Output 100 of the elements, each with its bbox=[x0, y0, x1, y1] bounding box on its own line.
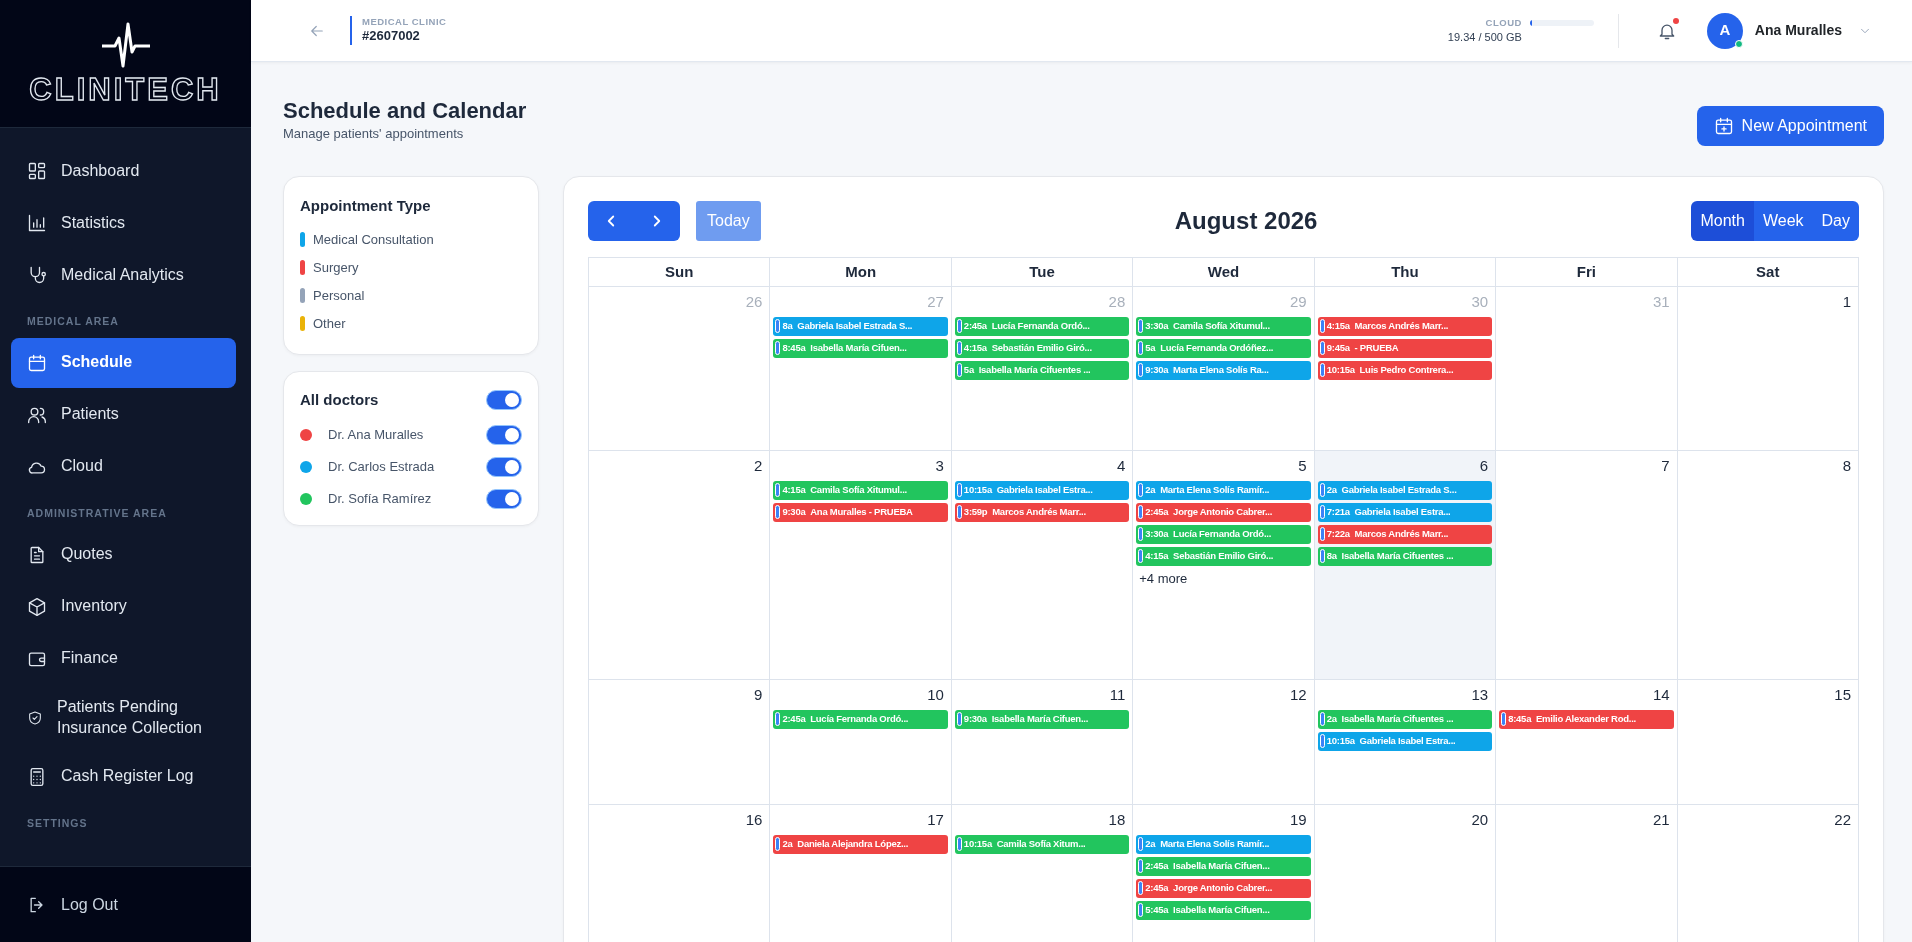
box-icon bbox=[27, 596, 47, 617]
next-button[interactable] bbox=[634, 201, 680, 241]
event-marker-icon bbox=[1319, 549, 1325, 563]
heartbeat-logo-icon bbox=[100, 22, 151, 68]
appointment-event[interactable]: 10:15a Gabriela Isabel Estra... bbox=[954, 480, 1130, 500]
day-number: 27 bbox=[926, 292, 945, 312]
previous-button[interactable] bbox=[588, 201, 634, 241]
event-marker-icon bbox=[956, 712, 962, 726]
doctor-name: Dr. Ana Muralles bbox=[328, 426, 425, 445]
appointment-event[interactable]: 5a Lucía Fernanda Ordóñez... bbox=[1136, 338, 1311, 358]
appointment-event[interactable]: 4:15a Camila Sofía Xitumul... bbox=[773, 480, 948, 500]
nav-link[interactable]: Patients bbox=[11, 389, 236, 440]
appointment-event[interactable]: 10:15a Gabriela Isabel Estra... bbox=[1317, 731, 1493, 751]
nav-link[interactable]: Dashboard bbox=[11, 146, 236, 196]
event-marker-icon bbox=[1138, 505, 1144, 519]
toggle-switch[interactable] bbox=[486, 489, 522, 509]
new-appointment-button[interactable]: New Appointment bbox=[1696, 106, 1884, 146]
event-marker-icon bbox=[956, 319, 962, 333]
day-number: 7 bbox=[1660, 456, 1671, 476]
today-button[interactable]: Today bbox=[696, 201, 761, 241]
toggle-switch[interactable] bbox=[486, 457, 522, 477]
nav-link[interactable]: Finance bbox=[11, 633, 236, 684]
weekday-header: Thu bbox=[1314, 258, 1497, 287]
event-marker-icon bbox=[1319, 734, 1325, 748]
clinic-label: MEDICAL CLINIC bbox=[362, 16, 447, 29]
nav-section-label: ADMINISTRATIVE AREA bbox=[26, 505, 168, 521]
appointment-event[interactable]: 2:45a Lucía Fernanda Ordó... bbox=[773, 709, 948, 729]
appointment-event[interactable]: 2:45a Lucía Fernanda Ordó... bbox=[954, 316, 1130, 336]
shield-icon bbox=[27, 709, 43, 726]
toggle-switch[interactable] bbox=[486, 425, 522, 445]
appointment-event[interactable]: 2a Daniela Alejandra López... bbox=[773, 834, 948, 854]
nav-link[interactable]: Cash Register Log bbox=[11, 751, 236, 802]
day-number: 15 bbox=[1833, 685, 1852, 705]
day-number: 8 bbox=[1841, 456, 1852, 476]
appointment-event[interactable]: 3:59p Marcos Andrés Marr... bbox=[954, 502, 1130, 522]
appointment-event[interactable]: 5a Isabella María Cifuentes ... bbox=[954, 360, 1130, 380]
appointment-event[interactable]: 3:30a Lucía Fernanda Ordó... bbox=[1136, 524, 1311, 544]
day-number: 20 bbox=[1470, 810, 1490, 830]
appointment-event[interactable]: 8a Isabella María Cifuentes ... bbox=[1317, 546, 1493, 566]
appointment-event[interactable]: 2a Marta Elena Solís Ramír... bbox=[1136, 480, 1311, 500]
nav-link[interactable]: Patients Pending Insurance Collection bbox=[11, 685, 236, 750]
appointment-event[interactable]: 8:45a Isabella María Cifuen... bbox=[773, 338, 948, 358]
event-marker-icon bbox=[1138, 903, 1144, 917]
nav-link[interactable]: Schedule bbox=[11, 337, 236, 388]
appointment-event[interactable]: 2a Isabella María Cifuentes ... bbox=[1317, 709, 1493, 729]
event-marker-icon bbox=[775, 319, 781, 333]
appointment-event[interactable]: 4:15a Marcos Andrés Marr... bbox=[1317, 316, 1493, 336]
day-number: 31 bbox=[1651, 292, 1671, 312]
event-marker-icon bbox=[1138, 837, 1144, 851]
event-marker-icon bbox=[775, 483, 781, 497]
appointment-event[interactable]: 3:30a Camila Sofía Xitumul... bbox=[1136, 316, 1311, 336]
view-tab[interactable]: Week bbox=[1753, 201, 1813, 241]
event-marker-icon bbox=[1319, 341, 1325, 355]
nav-link[interactable]: Statistics bbox=[11, 198, 236, 248]
appointment-event[interactable]: 8:45a Emilio Alexander Rod... bbox=[1499, 709, 1674, 729]
appointment-event[interactable]: 4:15a Sebastián Emilio Giró... bbox=[954, 338, 1130, 358]
appointment-event[interactable]: 10:15a Luis Pedro Contrera... bbox=[1317, 360, 1493, 380]
event-marker-icon bbox=[775, 505, 781, 519]
day-number: 13 bbox=[1470, 685, 1490, 705]
day-number: 4 bbox=[1115, 456, 1127, 476]
nav-link[interactable]: Quotes bbox=[11, 529, 236, 580]
appointment-event[interactable]: 7:22a Marcos Andrés Marr... bbox=[1317, 524, 1493, 544]
appointment-event[interactable]: 9:30a Ana Muralles - PRUEBA bbox=[773, 502, 948, 522]
card-title: Appointment Type bbox=[300, 196, 432, 216]
appointment-event[interactable]: 2a Marta Elena Solís Ramír... bbox=[1136, 834, 1311, 854]
day-number: 12 bbox=[1289, 685, 1308, 705]
appointment-event[interactable]: 9:45a - PRUEBA bbox=[1317, 338, 1493, 358]
day-number: 3 bbox=[934, 456, 945, 476]
appointment-event[interactable]: 9:30a Marta Elena Solís Ra... bbox=[1136, 360, 1311, 380]
weekday-header: Sat bbox=[1677, 258, 1859, 287]
page-subtitle: Manage patients' appointments bbox=[283, 125, 465, 144]
user-menu[interactable]: A Ana Muralles bbox=[1706, 12, 1872, 49]
event-marker-icon bbox=[775, 341, 781, 355]
appointment-event[interactable]: 8a Gabriela Isabel Estrada S... bbox=[773, 316, 948, 336]
appointment-event[interactable]: 10:15a Camila Sofía Xitum... bbox=[954, 834, 1130, 854]
appointment-event[interactable]: 2a Gabriela Isabel Estrada S... bbox=[1317, 480, 1493, 500]
day-number: 29 bbox=[1289, 292, 1308, 312]
appointment-event[interactable]: 4:15a Sebastián Emilio Giró... bbox=[1136, 546, 1311, 566]
nav-link[interactable]: Cloud bbox=[11, 441, 236, 492]
event-marker-icon bbox=[956, 505, 962, 519]
event-marker-icon bbox=[1138, 483, 1144, 497]
view-tab[interactable]: Day bbox=[1812, 201, 1859, 241]
appointment-event[interactable]: 2:45a Jorge Antonio Cabrer... bbox=[1136, 502, 1311, 522]
appointment-event[interactable]: 9:30a Isabella María Cifuen... bbox=[954, 709, 1130, 729]
logout-link[interactable]: Log Out bbox=[27, 892, 118, 917]
event-marker-icon bbox=[1138, 881, 1144, 895]
day-number: 18 bbox=[1107, 810, 1127, 830]
nav-link[interactable]: Medical Analytics bbox=[11, 250, 236, 300]
toggle-switch[interactable] bbox=[486, 389, 522, 410]
doctor-name: Dr. Carlos Estrada bbox=[328, 458, 436, 477]
appointment-event[interactable]: 7:21a Gabriela Isabel Estra... bbox=[1317, 502, 1493, 522]
appointment-event[interactable]: 2:45a Jorge Antonio Cabrer... bbox=[1136, 878, 1311, 898]
cloud-usage: 19.34 / 500 GB bbox=[1447, 29, 1522, 44]
event-marker-icon bbox=[1138, 341, 1144, 355]
appointment-event[interactable]: 5:45a Isabella María Cifuen... bbox=[1136, 900, 1311, 920]
appointment-event[interactable]: 2:45a Isabella María Cifuen... bbox=[1136, 856, 1311, 876]
more-events-link[interactable]: +4 more bbox=[1136, 568, 1311, 588]
nav-link[interactable]: Inventory bbox=[11, 581, 236, 632]
view-tab[interactable]: Month bbox=[1691, 201, 1754, 241]
event-marker-icon bbox=[1138, 363, 1144, 377]
